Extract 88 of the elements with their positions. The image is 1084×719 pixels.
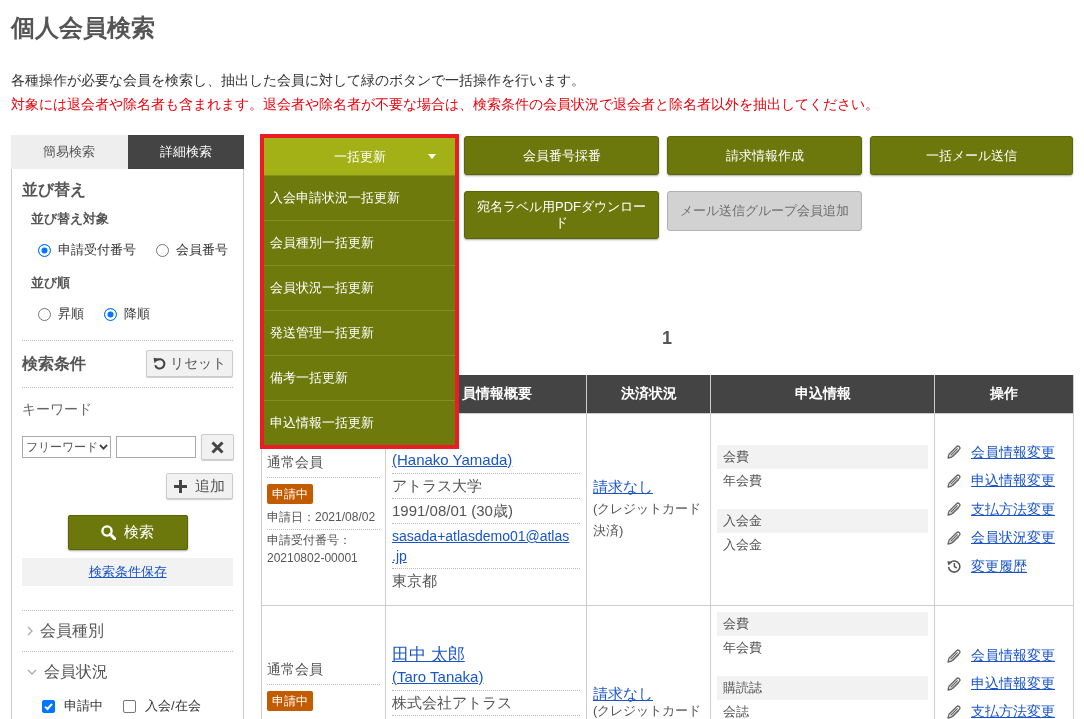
organization-text: 株式会社アトラス bbox=[392, 693, 512, 711]
radio-button[interactable] bbox=[38, 243, 51, 257]
radio-label[interactable]: 昇順 bbox=[58, 305, 84, 323]
pencil-icon bbox=[947, 445, 961, 459]
operation-link[interactable]: 会員情報変更 bbox=[971, 444, 1055, 460]
operation-link[interactable]: 申込情報変更 bbox=[971, 473, 1055, 488]
operation-link[interactable]: 変更履歴 bbox=[971, 558, 1027, 574]
remove-button[interactable] bbox=[201, 434, 234, 460]
action-button[interactable]: 請求情報作成 bbox=[667, 136, 862, 175]
keyword-input[interactable] bbox=[116, 436, 196, 458]
pencil-icon bbox=[947, 676, 961, 691]
checkbox[interactable] bbox=[42, 699, 55, 713]
action-button[interactable]: 会員番号採番 bbox=[464, 136, 659, 175]
radio-label[interactable]: 降順 bbox=[124, 305, 150, 323]
operation-link[interactable]: 会員状況変更 bbox=[971, 530, 1055, 545]
section-heading: 並び替え bbox=[22, 181, 86, 198]
page-number[interactable]: 1 bbox=[662, 326, 672, 350]
application-label: 会費 bbox=[717, 445, 928, 469]
x-icon bbox=[211, 440, 224, 454]
application-value: 年会費 bbox=[723, 639, 762, 655]
description-text: 各種操作が必要な会員を検索し、抽出した会員に対して緑のボタンで一括操作を行います。 bbox=[11, 72, 585, 88]
radio-button[interactable] bbox=[156, 243, 169, 257]
application-label: 購読誌 bbox=[717, 675, 928, 700]
radio-label[interactable]: 申請受付番号 bbox=[58, 241, 136, 259]
search-button[interactable]: 検索 bbox=[67, 515, 188, 550]
action-button[interactable]: 宛名ラベル用PDFダウンロード bbox=[464, 191, 659, 239]
payment-method: (クレジットカード bbox=[593, 702, 703, 719]
pencil-icon bbox=[947, 502, 961, 516]
status-badge: 申請中 bbox=[267, 483, 313, 504]
section-heading: 検索条件 bbox=[22, 353, 86, 374]
operation-link[interactable]: 会員情報変更 bbox=[971, 648, 1055, 663]
checkbox[interactable] bbox=[123, 699, 136, 713]
application-value: 会誌 bbox=[723, 703, 749, 719]
pencil-icon bbox=[947, 473, 961, 488]
operation-link[interactable]: 支払方法変更 bbox=[971, 501, 1055, 517]
search-tab[interactable]: 詳細検索 bbox=[127, 135, 244, 169]
checkbox-label[interactable]: 申請中 bbox=[64, 697, 103, 715]
checkbox-label[interactable]: 入会/在会 bbox=[145, 697, 201, 715]
application-value: 入会金 bbox=[723, 537, 762, 552]
receipt-number: 20210802-00001 bbox=[267, 550, 358, 565]
history-icon bbox=[947, 559, 961, 573]
keyword-select[interactable]: フリーワード bbox=[22, 436, 111, 458]
address-text: 東京都 bbox=[392, 572, 437, 589]
application-value: 年会費 bbox=[723, 473, 762, 488]
filter-header[interactable]: 会員種別 bbox=[22, 611, 233, 651]
radio-button[interactable] bbox=[104, 307, 117, 321]
member-name-link[interactable]: 田中 太郎 bbox=[392, 644, 465, 664]
rotate-arrow-icon bbox=[153, 357, 166, 370]
payment-status-link[interactable]: 請求なし bbox=[593, 478, 653, 495]
application-label: 入会金 bbox=[717, 509, 928, 533]
payment-method: (クレジットカード決済) bbox=[593, 500, 703, 540]
pencil-icon bbox=[947, 648, 961, 663]
keyword-label: キーワード bbox=[22, 401, 92, 417]
add-button[interactable]: 追加 bbox=[166, 473, 233, 499]
email-link[interactable]: sasada+atlasdemo01@atlas.jp bbox=[392, 526, 572, 566]
column-header: 申込情報 bbox=[710, 375, 935, 413]
filter-header[interactable]: 会員状況 bbox=[22, 652, 233, 692]
search-tab[interactable]: 簡易検索 bbox=[11, 135, 128, 169]
caret-down-icon bbox=[428, 154, 436, 159]
birth-date: 1991/08/01 (30歳) bbox=[392, 502, 513, 519]
pencil-icon bbox=[947, 530, 961, 545]
sort-label: 並び順 bbox=[31, 275, 70, 290]
pencil-icon bbox=[947, 704, 961, 719]
save-conditions-link[interactable]: 検索条件保存 bbox=[88, 563, 167, 581]
member-type: 通常会員 bbox=[267, 660, 323, 677]
column-header: 決済状況 bbox=[586, 375, 711, 413]
column-header: 操作 bbox=[934, 375, 1074, 413]
receipt-label: 申請受付番号： bbox=[267, 532, 351, 547]
chevron-down-icon bbox=[99, 444, 108, 450]
application-label: 会費 bbox=[717, 611, 928, 636]
action-button[interactable]: 一括メール送信 bbox=[870, 136, 1073, 175]
organization-text: アトラス大学 bbox=[392, 477, 482, 494]
reset-button[interactable]: リセット bbox=[146, 350, 233, 377]
status-badge: 申請中 bbox=[267, 690, 313, 711]
operation-link[interactable]: 申込情報変更 bbox=[971, 676, 1055, 691]
page-title: 個人会員検索 bbox=[11, 14, 155, 41]
payment-status-link[interactable]: 請求なし bbox=[593, 684, 653, 702]
member-romaji-link[interactable]: (Hanako Yamada) bbox=[392, 451, 513, 468]
warning-text: 対象には退会者や除名者も含まれます。退会者や除名者が不要な場合は、検索条件の会員状況で退会者と除名者以外を抽出してください。 bbox=[11, 96, 879, 112]
plus-icon bbox=[174, 479, 187, 493]
member-type: 通常会員 bbox=[267, 453, 323, 470]
radio-label[interactable]: 会員番号 bbox=[176, 241, 228, 259]
sort-label: 並び替え対象 bbox=[31, 211, 109, 226]
operation-link[interactable]: 支払方法変更 bbox=[971, 704, 1055, 719]
search-icon bbox=[101, 525, 116, 540]
application-date: 申請日：2021/08/02 bbox=[267, 509, 376, 524]
radio-button[interactable] bbox=[38, 307, 51, 321]
member-romaji-link[interactable]: (Taro Tanaka) bbox=[392, 667, 484, 685]
